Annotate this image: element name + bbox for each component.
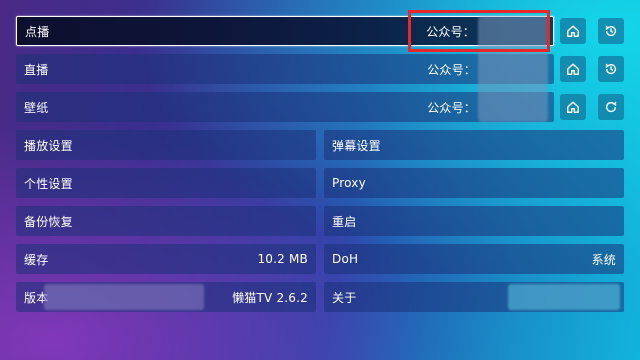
version-value: 懒猫TV 2.6.2 xyxy=(232,290,308,305)
cache-label: 缓存 xyxy=(24,252,49,267)
doh-item[interactable]: DoH 系统 xyxy=(324,244,624,274)
highlight-box xyxy=(408,10,550,52)
wallpaper-refresh-button[interactable] xyxy=(598,94,624,120)
personalization-label: 个性设置 xyxy=(24,176,73,191)
live-label: 直播 xyxy=(24,62,49,77)
proxy-label: Proxy xyxy=(332,176,366,190)
redacted-version-area xyxy=(44,284,204,310)
history-icon xyxy=(605,25,617,37)
vod-home-button[interactable] xyxy=(560,18,586,44)
wallpaper-label: 壁纸 xyxy=(24,100,49,115)
live-row[interactable]: 直播 公众号： xyxy=(16,54,554,84)
cache-size-value: 10.2 MB xyxy=(257,252,308,266)
about-label: 关于 xyxy=(332,290,357,305)
live-source-value: 公众号： xyxy=(427,62,476,77)
playback-settings-item[interactable]: 播放设置 xyxy=(16,130,316,160)
wallpaper-source-value: 公众号： xyxy=(427,100,476,115)
backup-restore-label: 备份恢复 xyxy=(24,214,73,229)
vod-label: 点播 xyxy=(25,24,50,39)
redacted-about-area xyxy=(508,284,620,310)
restart-label: 重启 xyxy=(332,214,357,229)
history-icon xyxy=(605,63,617,75)
home-icon xyxy=(567,63,579,75)
danmaku-settings-item[interactable]: 弹幕设置 xyxy=(324,130,624,160)
refresh-icon xyxy=(605,101,617,113)
live-home-button[interactable] xyxy=(560,56,586,82)
live-history-button[interactable] xyxy=(598,56,624,82)
wallpaper-row[interactable]: 壁纸 公众号： xyxy=(16,92,554,122)
proxy-item[interactable]: Proxy xyxy=(324,168,624,198)
personalization-item[interactable]: 个性设置 xyxy=(16,168,316,198)
cache-item[interactable]: 缓存 10.2 MB xyxy=(16,244,316,274)
doh-value: 系统 xyxy=(591,252,616,267)
vod-history-button[interactable] xyxy=(598,18,624,44)
restart-item[interactable]: 重启 xyxy=(324,206,624,236)
home-icon xyxy=(567,101,579,113)
doh-label: DoH xyxy=(332,252,359,266)
backup-restore-item[interactable]: 备份恢复 xyxy=(16,206,316,236)
danmaku-settings-label: 弹幕设置 xyxy=(332,138,381,153)
home-icon xyxy=(567,25,579,37)
playback-settings-label: 播放设置 xyxy=(24,138,73,153)
wallpaper-home-button[interactable] xyxy=(560,94,586,120)
